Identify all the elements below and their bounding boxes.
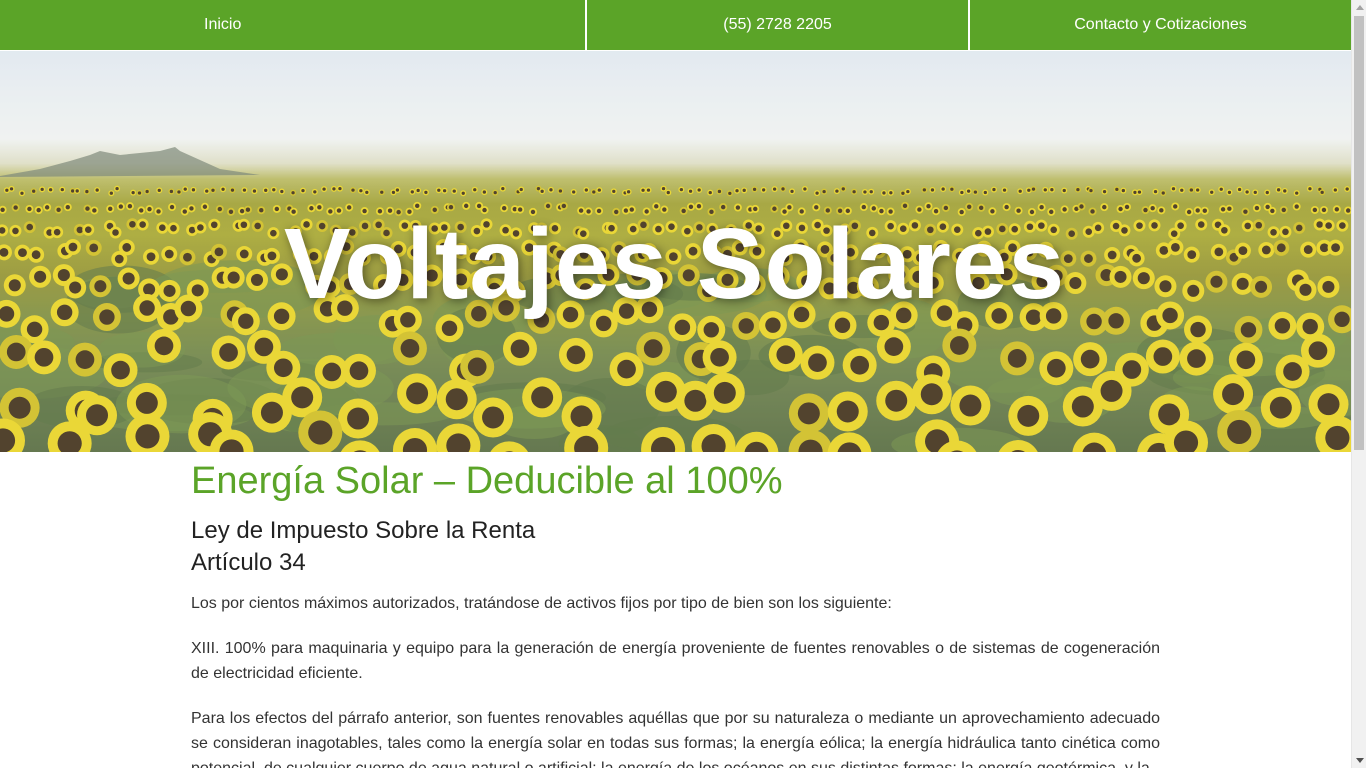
hero-banner: Voltajes Solares (0, 51, 1351, 452)
browser-page: Inicio (55) 2728 2205 Contacto y Cotizac… (0, 0, 1366, 768)
law-name: Ley de Impuesto Sobre la Renta (191, 517, 536, 544)
page-viewport: Inicio (55) 2728 2205 Contacto y Cotizac… (0, 0, 1351, 768)
hero-title: Voltajes Solares (283, 208, 1066, 320)
nav-item-inicio[interactable]: Inicio (0, 0, 587, 50)
arrow-down-icon (1355, 758, 1364, 763)
nav-item-contacto[interactable]: Contacto y Cotizaciones (970, 0, 1351, 50)
paragraph-xiii: XIII. 100% para maquinaria y equipo para… (191, 640, 1160, 682)
page-heading: Energía Solar – Deducible al 100% (191, 460, 783, 502)
paragraph-renewables: Para los efectos del párrafo anterior, s… (191, 710, 1160, 768)
main-content: Energía Solar – Deducible al 100% Ley de… (191, 452, 1160, 768)
paragraph-intro: Los por cientos máximos autorizados, tra… (191, 595, 892, 612)
vertical-scrollbar[interactable] (1351, 0, 1366, 768)
arrow-up-icon (1355, 5, 1364, 10)
scrollbar-thumb[interactable] (1354, 16, 1364, 450)
nav-item-phone[interactable]: (55) 2728 2205 (587, 0, 970, 50)
scroll-up-button[interactable] (1352, 0, 1366, 15)
article-number: Artículo 34 (191, 549, 306, 576)
top-navigation: Inicio (55) 2728 2205 Contacto y Cotizac… (0, 0, 1351, 51)
scroll-down-button[interactable] (1352, 753, 1366, 768)
law-subheading: Ley de Impuesto Sobre la Renta Artículo … (191, 515, 1160, 579)
